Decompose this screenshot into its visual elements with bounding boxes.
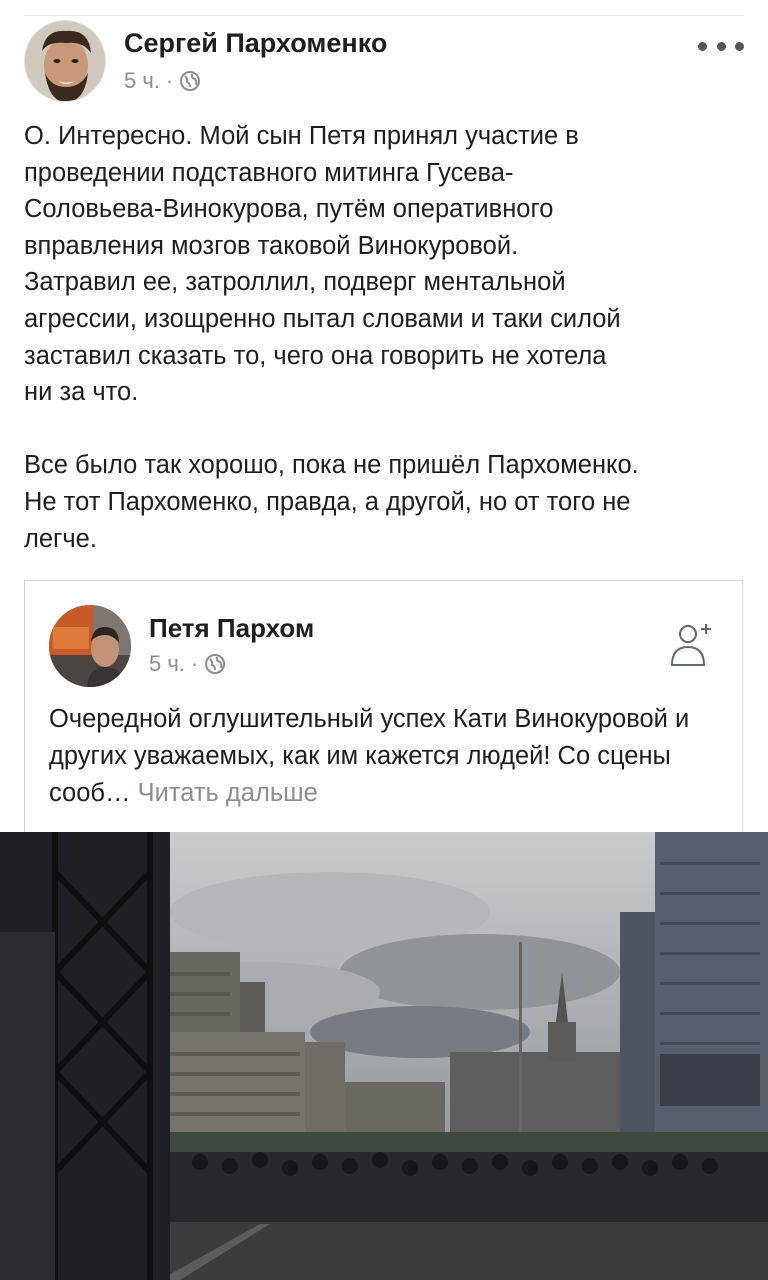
shared-post-meta: 5 ч. ·	[149, 651, 226, 677]
post-meta: 5 ч. ·	[124, 68, 201, 94]
author-avatar[interactable]	[24, 20, 106, 102]
top-divider	[24, 15, 744, 16]
shared-meta-separator: ·	[190, 651, 199, 676]
post-time[interactable]: 5 ч.	[124, 68, 160, 94]
shared-post-time[interactable]: 5 ч.	[149, 651, 185, 677]
shared-post-card[interactable]: Петя Пархом 5 ч. · Очередной оглушительн…	[24, 580, 743, 832]
shared-author-avatar[interactable]	[49, 605, 131, 687]
rally-photo[interactable]	[0, 832, 768, 1280]
meta-separator: ·	[165, 68, 174, 93]
globe-icon	[205, 654, 226, 674]
shared-author-name[interactable]: Петя Пархом	[149, 613, 314, 644]
post-text: О. Интересно. Мой сын Петя принял участи…	[24, 122, 639, 553]
globe-icon	[180, 71, 201, 91]
see-more-link[interactable]: Читать дальше	[138, 779, 318, 807]
shared-post-text: Очередной оглушительный успех Кати Винок…	[49, 701, 729, 812]
add-friend-icon[interactable]	[670, 621, 714, 667]
post-header: Сергей Пархоменко 5 ч. ·	[24, 20, 744, 110]
more-options-icon[interactable]	[698, 32, 744, 60]
author-name[interactable]: Сергей Пархоменко	[124, 28, 387, 59]
